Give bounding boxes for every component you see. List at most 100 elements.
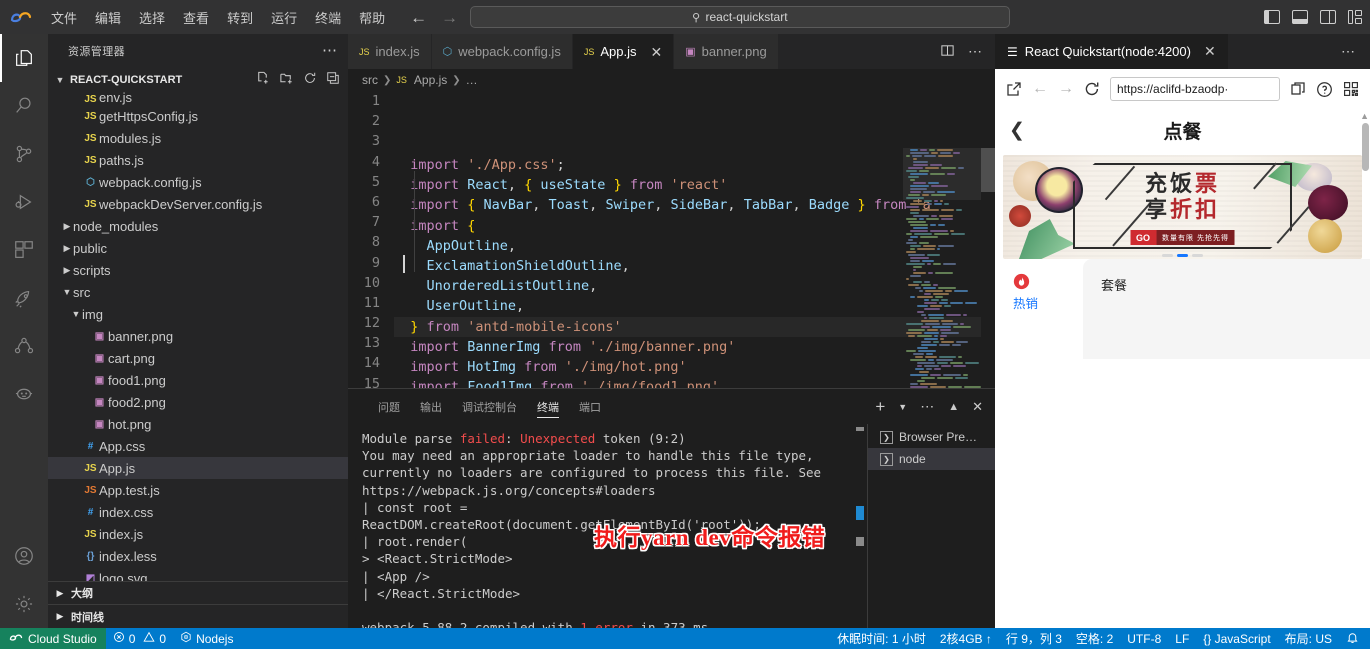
code-editor[interactable]: 12345678910111213141516 import './App.cs…	[348, 91, 995, 388]
status-problems[interactable]: 0 0	[106, 628, 173, 649]
ellipsis-icon[interactable]: ⋯	[322, 43, 338, 58]
tree-folder[interactable]: ▼ img	[48, 303, 348, 325]
ellipsis-icon[interactable]: ⋯	[1341, 44, 1356, 58]
tree-folder[interactable]: ▶ node_modules	[48, 215, 348, 237]
split-editor-icon[interactable]	[940, 43, 955, 61]
activity-source-control[interactable]	[0, 130, 48, 178]
tree-file[interactable]: ◩ logo.svg	[48, 567, 348, 581]
menu-view[interactable]: 查看	[174, 5, 218, 30]
terminal-scrollbar[interactable]	[853, 424, 867, 628]
tree-file[interactable]: ▣ food1.png	[48, 369, 348, 391]
toggle-primary-sidebar-icon[interactable]	[1264, 10, 1280, 24]
panel-tab-terminal[interactable]: 终端	[527, 389, 569, 424]
customize-layout-icon[interactable]	[1348, 10, 1362, 24]
tree-file[interactable]: ⬡ webpack.config.js	[48, 171, 348, 193]
maximize-panel-icon[interactable]: ▲	[948, 401, 959, 413]
tree-folder[interactable]: ▼ src	[48, 281, 348, 303]
menu-file[interactable]: 文件	[42, 5, 86, 30]
chevron-down-icon[interactable]: ▼	[898, 402, 907, 412]
tree-file[interactable]: {} index.less	[48, 545, 348, 567]
carousel-dot[interactable]	[1192, 254, 1203, 257]
tree-file[interactable]: JS getHttpsConfig.js	[48, 105, 348, 127]
new-file-icon[interactable]	[255, 71, 270, 89]
breadcrumb-file[interactable]: App.js	[414, 73, 447, 87]
editor-scrollbar-thumb[interactable]	[981, 148, 995, 192]
reload-icon[interactable]	[1084, 81, 1100, 97]
terminal-tab-browser-preview[interactable]: ❯ Browser Pre…	[868, 426, 995, 448]
status-runtime[interactable]: Nodejs	[173, 628, 240, 649]
file-tree[interactable]: JS env.js JS getHttpsConfig.js JS modules.js J…	[48, 91, 348, 581]
arrow-right-icon[interactable]: →	[1058, 80, 1074, 98]
page-scrollbar[interactable]: ▲	[1360, 109, 1370, 628]
devices-icon[interactable]	[1290, 81, 1306, 97]
toggle-secondary-sidebar-icon[interactable]	[1320, 10, 1336, 24]
tree-folder[interactable]: ▶ public	[48, 237, 348, 259]
activity-ai-assistant[interactable]	[0, 370, 48, 418]
category-item-hot[interactable]: 热销	[995, 267, 1083, 318]
toggle-panel-icon[interactable]	[1292, 10, 1308, 24]
new-folder-icon[interactable]	[279, 71, 294, 89]
menu-edit[interactable]: 编辑	[86, 5, 130, 30]
tree-file[interactable]: ▣ hot.png	[48, 413, 348, 435]
tree-file[interactable]: JS paths.js	[48, 149, 348, 171]
status-cursor-position[interactable]: 行 9，列 3	[999, 628, 1069, 649]
menu-help[interactable]: 帮助	[350, 5, 394, 30]
tree-file[interactable]: ▣ food2.png	[48, 391, 348, 413]
tree-file[interactable]: JS index.js	[48, 523, 348, 545]
status-cloud-studio[interactable]: Cloud Studio	[0, 628, 106, 649]
promo-banner[interactable]: 充饭票 享折扣 GO 数量有限 先抢先得	[1003, 155, 1362, 259]
carousel-indicator[interactable]	[1003, 254, 1362, 257]
status-indentation[interactable]: 空格: 2	[1069, 628, 1120, 649]
chevron-left-icon[interactable]: ❮	[1009, 119, 1025, 142]
status-encoding[interactable]: UTF-8	[1120, 628, 1168, 649]
tree-file[interactable]: JS env.js	[48, 91, 348, 105]
status-machine-spec[interactable]: 2核4GB ↑	[933, 628, 999, 649]
menu-selection[interactable]: 选择	[130, 5, 174, 30]
activity-run-debug[interactable]	[0, 178, 48, 226]
activity-share[interactable]	[0, 322, 48, 370]
panel-tab-output[interactable]: 输出	[410, 389, 452, 424]
status-language-mode[interactable]: {} JavaScript	[1196, 628, 1277, 649]
status-eol[interactable]: LF	[1168, 628, 1196, 649]
refresh-icon[interactable]	[303, 71, 317, 88]
status-keyboard-layout[interactable]: 布局: US	[1278, 628, 1339, 649]
outline-section[interactable]: ▶ 大纲	[48, 580, 348, 605]
activity-account[interactable]	[0, 532, 48, 580]
tree-file[interactable]: JS modules.js	[48, 127, 348, 149]
activity-search[interactable]	[0, 82, 48, 130]
new-terminal-icon[interactable]: +	[875, 397, 885, 417]
project-root-header[interactable]: ▼ REACT-QUICKSTART	[48, 68, 348, 92]
terminal-tab-node[interactable]: ❯ node	[868, 448, 995, 470]
close-icon[interactable]: ✕	[1204, 43, 1216, 60]
activity-settings[interactable]	[0, 580, 48, 628]
more-actions-icon[interactable]: ⋯	[968, 44, 983, 58]
editor-tab[interactable]: JS App.js ✕	[572, 34, 675, 69]
editor-tab[interactable]: ⬡ webpack.config.js	[431, 34, 573, 69]
preview-page[interactable]: ❮ 点餐 充饭票 享折扣 GO 数量有限 先抢先得 热销 套餐 ▲	[995, 109, 1370, 628]
timeline-section[interactable]: ▶ 时间线	[48, 604, 348, 628]
terminal-output[interactable]: Module parse failed: Unexpected token (9…	[348, 424, 867, 628]
menu-go[interactable]: 转到	[218, 5, 262, 30]
editor-tab[interactable]: JS index.js	[348, 34, 432, 69]
editor-scrollbar[interactable]	[981, 148, 995, 388]
activity-explorer[interactable]	[0, 34, 48, 82]
editor-tab[interactable]: ▣ banner.png	[674, 34, 779, 69]
panel-tab-debug-console[interactable]: 调试控制台	[452, 389, 527, 424]
banner-cta[interactable]: GO 数量有限 先抢先得	[1130, 230, 1235, 245]
carousel-dot-active[interactable]	[1177, 254, 1188, 257]
panel-tab-ports[interactable]: 端口	[569, 389, 611, 424]
qrcode-icon[interactable]	[1343, 81, 1359, 97]
activity-deploy[interactable]	[0, 274, 48, 322]
breadcrumb-folder[interactable]: src	[362, 73, 378, 87]
status-notifications[interactable]	[1339, 628, 1366, 649]
status-hibernate-time[interactable]: 休眠时间: 1 小时	[830, 628, 933, 649]
tree-file[interactable]: # index.css	[48, 501, 348, 523]
help-icon[interactable]	[1316, 81, 1333, 98]
tree-file[interactable]: ▣ cart.png	[48, 347, 348, 369]
menu-terminal[interactable]: 终端	[306, 5, 350, 30]
open-external-icon[interactable]	[1006, 81, 1022, 97]
scroll-up-arrow-icon[interactable]: ▲	[1360, 111, 1369, 121]
page-scrollbar-thumb[interactable]	[1362, 123, 1369, 171]
tree-folder[interactable]: ▶ scripts	[48, 259, 348, 281]
tree-file[interactable]: # App.css	[48, 435, 348, 457]
